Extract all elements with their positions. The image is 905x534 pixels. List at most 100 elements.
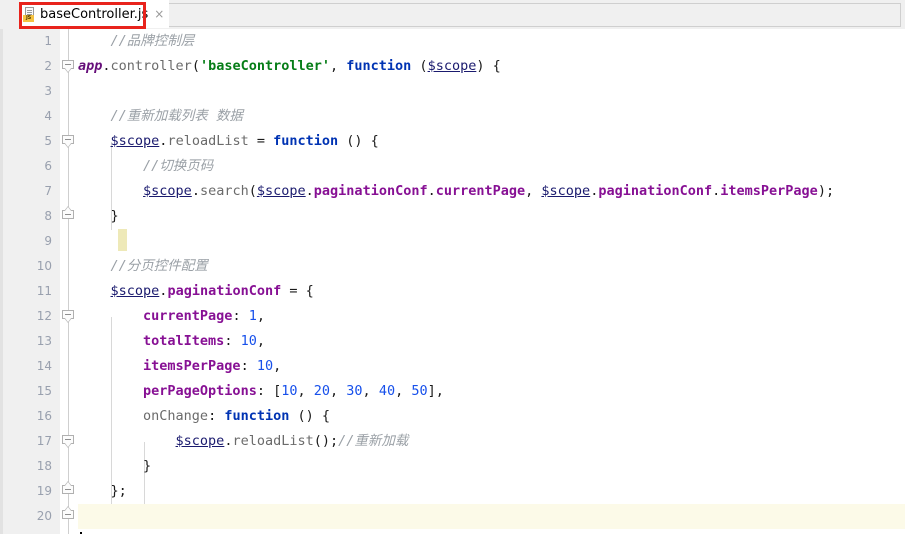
editor-tab-bar: JS baseController.js × (0, 0, 905, 30)
token-scope: $scope (175, 433, 225, 449)
token-currentpage: currentPage (435, 183, 526, 199)
line-number: 17 (36, 434, 52, 448)
ide-window: JS baseController.js × 1 2 3 4 5 6 7 8 9… (0, 0, 905, 534)
line-number: 18 (36, 459, 52, 473)
token-key-itemsperpage: itemsPerPage (143, 358, 241, 374)
fold-marker-line-19[interactable] (61, 504, 76, 529)
code-line-4[interactable]: //重新加载列表 数据 (78, 104, 905, 129)
code-line-9[interactable] (78, 229, 905, 254)
token-search: search (199, 183, 249, 199)
line-number: 1 (44, 34, 52, 48)
token-number: 30 (346, 383, 363, 399)
code-text-area[interactable]: //品牌控制层 app.controller('baseController',… (78, 29, 905, 534)
token-scope: $scope (541, 183, 591, 199)
token-scope: $scope (427, 58, 477, 74)
token-scope: $scope (110, 283, 160, 299)
token-function: function (346, 58, 412, 74)
fold-marker-line-11[interactable] (61, 304, 76, 329)
token-itemsperpage: itemsPerPage (720, 183, 818, 199)
watermark-text: https://blog.csdn.net/weixin_43421537 (638, 529, 899, 534)
token-number: 10 (256, 358, 274, 374)
code-line-12[interactable]: currentPage: 1, (78, 304, 905, 329)
token-key-perpageoptions: perPageOptions (143, 383, 257, 399)
line-number: 3 (44, 84, 52, 98)
fold-marker-line-8[interactable] (61, 204, 76, 229)
token-scope: $scope (256, 183, 306, 199)
js-file-icon: JS (23, 6, 37, 22)
line-number: 7 (44, 184, 52, 198)
token-string-basecontroller: 'baseController' (199, 58, 330, 74)
line-number: 9 (44, 234, 52, 248)
token-key-totalitems: totalItems (143, 333, 225, 349)
code-line-10[interactable]: //分页控件配置 (78, 254, 905, 279)
token-number: 10 (281, 383, 298, 399)
code-line-6[interactable]: //切换页码 (78, 154, 905, 179)
code-line-5[interactable]: $scope.reloadList = function () { (78, 129, 905, 154)
code-comment: //切换页码 (78, 158, 214, 174)
token-scope: $scope (110, 133, 160, 149)
token-reloadlist: reloadList (167, 133, 249, 149)
code-line-1[interactable]: //品牌控制层 (78, 29, 905, 54)
code-line-16[interactable]: onChange: function () { (78, 404, 905, 429)
line-number: 19 (36, 484, 52, 498)
token-brace: } (78, 208, 119, 224)
code-folding-gutter[interactable] (60, 29, 78, 534)
code-comment: //重新加载列表 数据 (78, 108, 243, 124)
line-number-gutter: 1 2 3 4 5 6 7 8 9 10 11 12 13 14 15 16 1… (0, 29, 60, 534)
code-comment: //重新加载 (338, 433, 409, 449)
token-controller: controller (110, 58, 192, 74)
fold-marker-line-18[interactable] (61, 479, 76, 504)
line-number: 11 (36, 284, 52, 298)
token-paginationconf: paginationConf (598, 183, 713, 199)
line-number: 14 (36, 359, 52, 373)
token-key-onchange: onChange (143, 408, 209, 424)
code-line-17[interactable]: $scope.reloadList();//重新加载 (78, 429, 905, 454)
code-line-3[interactable] (78, 79, 905, 104)
line-number: 16 (36, 409, 52, 423)
fold-guide-line (68, 29, 69, 534)
token-number: 10 (240, 333, 257, 349)
code-line-8[interactable]: } (78, 204, 905, 229)
line-number: 20 (36, 509, 52, 523)
token-reloadlist: reloadList (232, 433, 314, 449)
fold-marker-line-5[interactable] (61, 129, 76, 154)
token-scope: $scope (143, 183, 192, 199)
fold-marker-line-16[interactable] (61, 429, 76, 454)
close-icon[interactable]: × (154, 8, 164, 20)
tab-label: baseController.js (40, 6, 149, 22)
line-number: 15 (36, 384, 52, 398)
token-brace: } (78, 458, 152, 474)
line-number: 4 (44, 109, 52, 123)
token-key-currentpage: currentPage (143, 308, 233, 324)
code-line-11[interactable]: $scope.paginationConf = { (78, 279, 905, 304)
line-number: 12 (36, 309, 52, 323)
token-app: app (78, 58, 103, 74)
line-number: 8 (44, 209, 52, 223)
token-function: function (273, 133, 339, 149)
token-paginationconf: paginationConf (167, 283, 282, 299)
token-brace: }; (78, 483, 127, 499)
code-line-14[interactable]: itemsPerPage: 10, (78, 354, 905, 379)
code-comment: //分页控件配置 (78, 258, 208, 274)
line-number: 13 (36, 334, 52, 348)
editor-tab-basecontroller[interactable]: JS baseController.js × (20, 0, 170, 28)
code-line-2[interactable]: app.controller('baseController', functio… (78, 54, 905, 79)
code-line-18[interactable]: } (78, 454, 905, 479)
line-number: 6 (44, 159, 52, 173)
token-function: function (224, 408, 290, 424)
fold-marker-line-2[interactable] (61, 54, 76, 79)
token-number: 1 (248, 308, 257, 324)
code-line-13[interactable]: totalItems: 10, (78, 329, 905, 354)
line-number: 5 (44, 134, 52, 148)
token-number: 40 (378, 383, 396, 399)
code-line-15[interactable]: perPageOptions: [10, 20, 30, 40, 50], (78, 379, 905, 404)
code-editor[interactable]: 1 2 3 4 5 6 7 8 9 10 11 12 13 14 15 16 1… (0, 29, 905, 534)
token-paginationconf: paginationConf (313, 183, 428, 199)
line-number: 2 (44, 59, 52, 73)
token-number: 50 (411, 383, 428, 399)
code-line-20[interactable] (78, 504, 905, 529)
code-comment: //品牌控制层 (78, 33, 195, 49)
code-line-7[interactable]: $scope.search($scope.paginationConf.curr… (78, 179, 905, 204)
code-line-19[interactable]: }; (78, 479, 905, 504)
line-number: 10 (36, 259, 52, 273)
